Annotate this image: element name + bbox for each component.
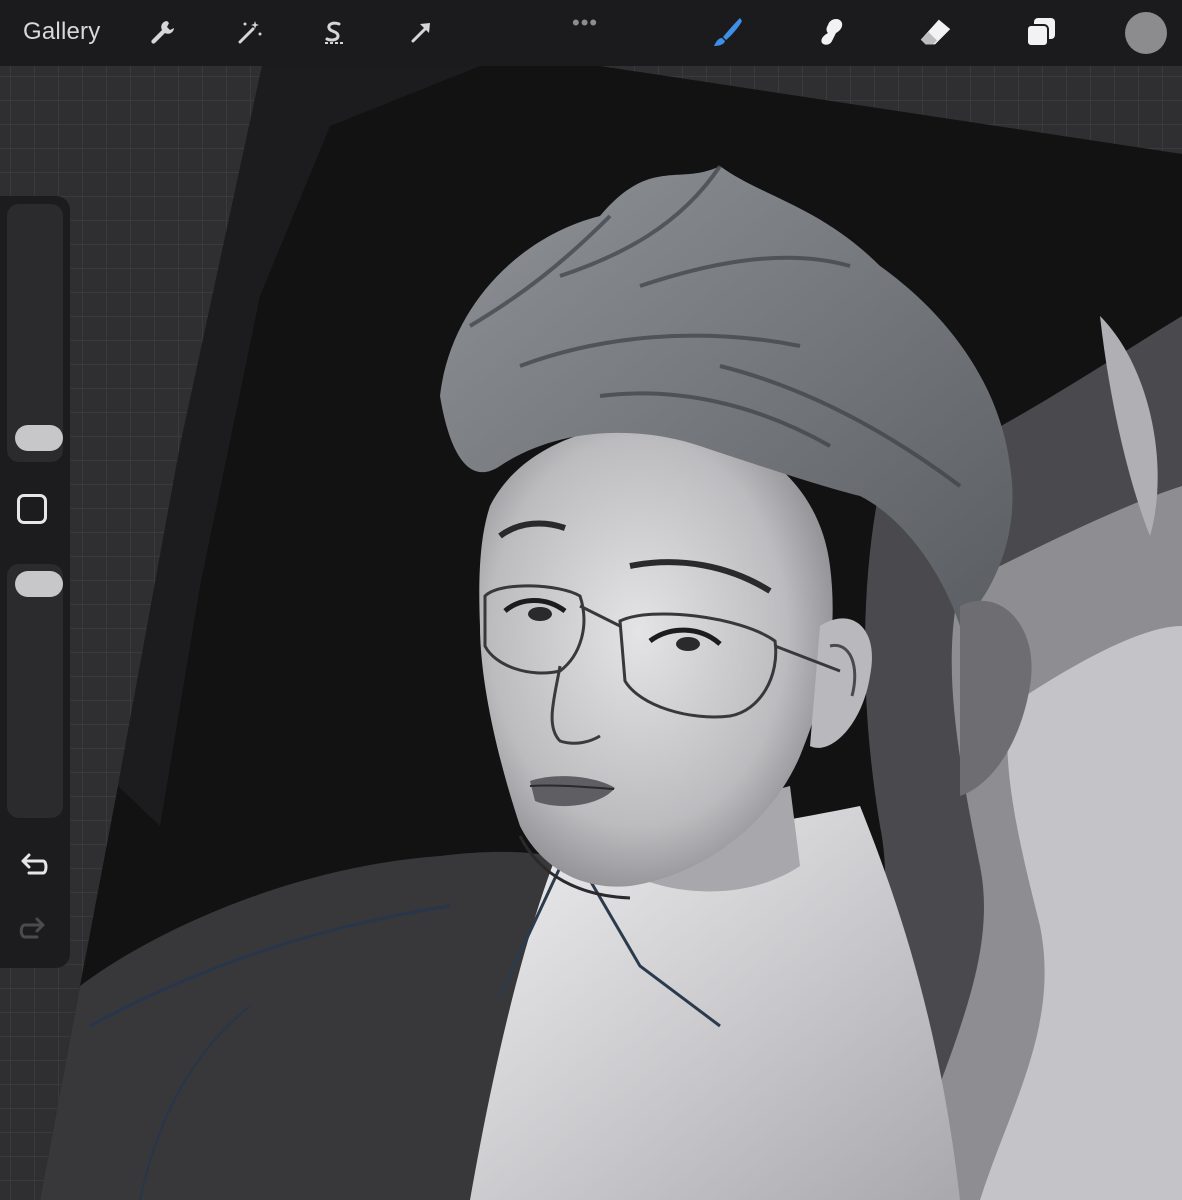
selection-s-icon[interactable]: [316, 14, 352, 50]
color-picker-swatch[interactable]: [1125, 12, 1167, 54]
gallery-button[interactable]: Gallery: [23, 18, 100, 46]
eraser-icon[interactable]: [918, 14, 954, 50]
brush-size-slider[interactable]: [7, 204, 63, 462]
artwork: [40, 66, 1182, 1200]
top-toolbar: Gallery •••: [0, 0, 1182, 66]
left-sidebar: [0, 196, 70, 968]
wrench-icon[interactable]: [144, 14, 180, 50]
move-arrow-icon[interactable]: [403, 14, 439, 50]
undo-icon[interactable]: [15, 849, 51, 885]
magic-wand-icon[interactable]: [231, 14, 267, 50]
brush-size-thumb[interactable]: [15, 425, 63, 451]
modify-square-icon[interactable]: [17, 494, 47, 524]
opacity-slider[interactable]: [7, 564, 63, 818]
smudge-icon[interactable]: [815, 14, 851, 50]
brush-icon[interactable]: [710, 14, 746, 50]
layers-icon[interactable]: [1023, 14, 1059, 50]
redo-icon[interactable]: [15, 913, 51, 949]
more-options-icon[interactable]: •••: [572, 10, 598, 36]
opacity-thumb[interactable]: [15, 571, 63, 597]
drawing-canvas[interactable]: [0, 66, 1182, 1200]
